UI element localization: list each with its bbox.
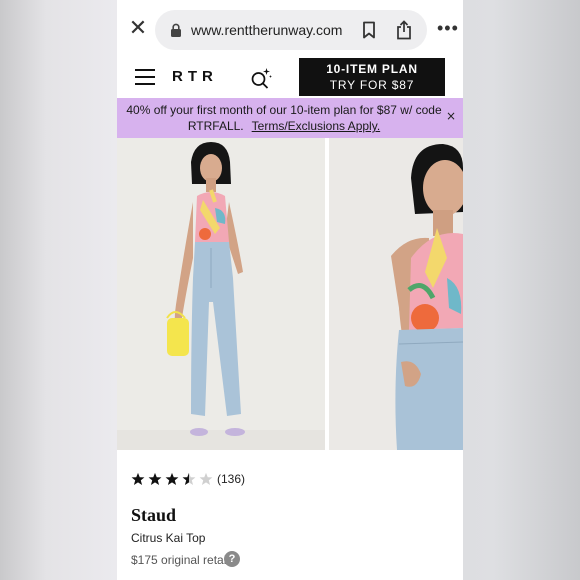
star-empty-icon	[199, 472, 213, 485]
brand-name[interactable]: Staud	[131, 505, 176, 526]
star-full-icon	[165, 472, 179, 485]
promo-banner: 40% off your first month of our 10-item …	[117, 98, 463, 138]
cta-subtitle: TRY FOR $87	[329, 78, 415, 92]
lock-icon	[171, 23, 181, 37]
product-name: Citrus Kai Top	[131, 531, 206, 545]
help-icon[interactable]: ?	[224, 551, 240, 567]
star-full-icon	[148, 472, 162, 485]
product-gallery	[117, 138, 463, 450]
url-text: www.renttherunway.com	[191, 22, 343, 38]
terms-link[interactable]: Terms/Exclusions Apply.	[252, 119, 381, 133]
star-half-icon	[182, 472, 196, 485]
promo-message: 40% off your first month of our 10-item …	[125, 102, 443, 134]
star-full-icon	[131, 472, 145, 485]
hamburger-menu-icon[interactable]	[135, 69, 155, 85]
product-photo-closeup[interactable]	[329, 138, 463, 450]
address-bar[interactable]: www.renttherunway.com	[155, 10, 427, 50]
more-options-icon[interactable]: •••	[437, 18, 458, 38]
product-photo-full-body[interactable]	[117, 138, 325, 450]
site-header: RTR 10-ITEM PLAN TRY FOR $87	[117, 58, 463, 98]
search-sparkle-icon[interactable]	[250, 67, 272, 89]
promo-close-icon[interactable]: ×	[446, 109, 456, 123]
site-logo[interactable]: RTR	[172, 68, 218, 85]
browser-toolbar: ✕ www.renttherunway.com •••	[117, 0, 463, 60]
close-icon[interactable]: ✕	[127, 18, 149, 40]
try-plan-button[interactable]: 10-ITEM PLAN TRY FOR $87	[299, 58, 445, 96]
cta-title: 10-ITEM PLAN	[326, 62, 418, 76]
bookmark-icon[interactable]	[362, 21, 376, 39]
share-icon[interactable]	[396, 20, 412, 40]
review-count[interactable]: (136)	[217, 472, 245, 486]
retail-price: $175 original retail	[131, 553, 230, 567]
phone-screen: ✕ www.renttherunway.com ••• RTR 10-ITEM …	[117, 0, 463, 580]
